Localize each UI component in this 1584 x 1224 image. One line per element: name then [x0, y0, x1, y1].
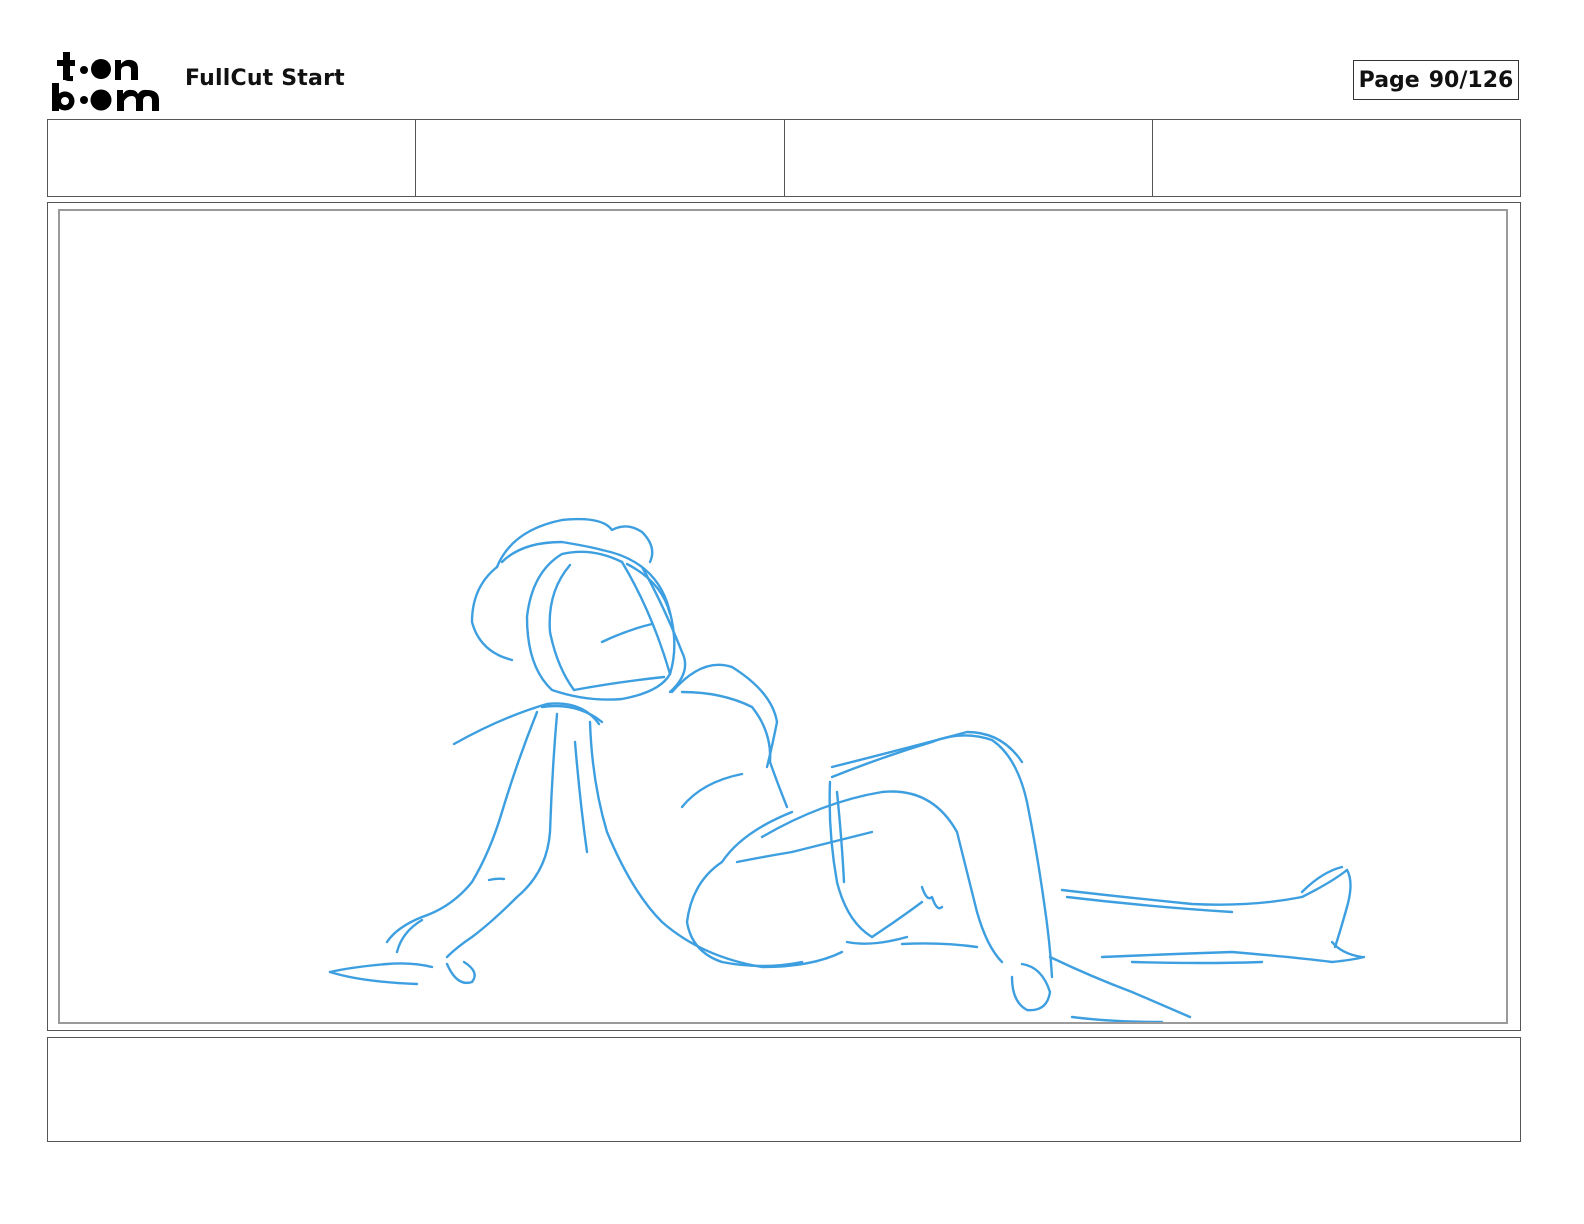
panel-field-3 — [785, 120, 1153, 196]
panel-info-fields — [47, 119, 1521, 197]
document-title: FullCut Start — [185, 66, 345, 91]
panel-field-2 — [416, 120, 785, 196]
page-indicator: Page 90/126 — [1353, 60, 1519, 100]
page-label: Page — [1358, 67, 1420, 93]
panel-field-1 — [48, 120, 417, 196]
toonboom-logo — [51, 52, 163, 112]
storyboard-panel — [58, 209, 1508, 1024]
page-number: 90/126 — [1428, 67, 1514, 93]
panel-notes — [47, 1037, 1521, 1142]
sketch-drawing — [328, 517, 1366, 1022]
panel-field-4 — [1153, 120, 1520, 196]
